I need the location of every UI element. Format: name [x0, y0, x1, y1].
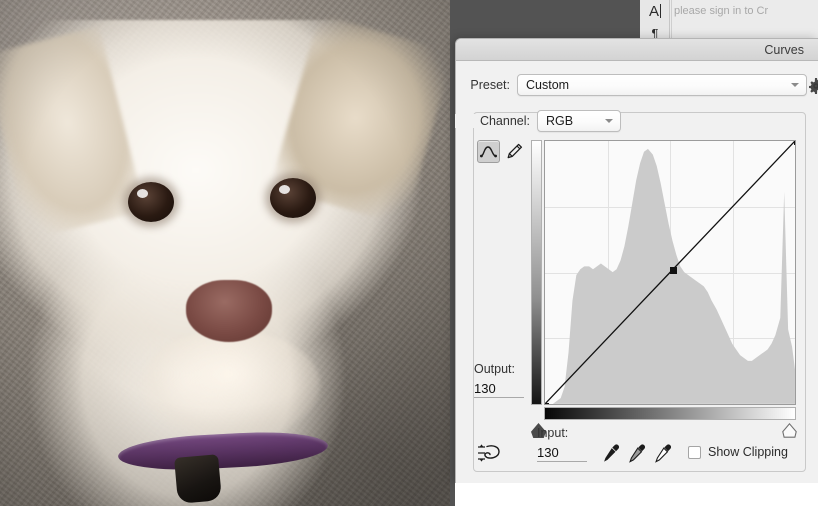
preset-select[interactable]: Custom	[517, 74, 807, 96]
dialog-title: Curves	[456, 39, 818, 61]
input-label: Input:	[537, 426, 569, 440]
output-label: Output:	[474, 362, 515, 376]
type-tool-glyph: A	[648, 2, 659, 20]
white-point-slider[interactable]	[782, 423, 797, 438]
curve-control-point[interactable]	[669, 267, 677, 275]
dialog-bottom-edge	[455, 483, 818, 506]
curve-plot-area[interactable]	[544, 140, 796, 405]
photo-vignette	[0, 0, 450, 506]
text-caret	[660, 4, 661, 18]
show-clipping-checkbox[interactable]	[688, 445, 701, 459]
sign-in-notice: please sign in to Cr	[674, 0, 818, 22]
pencil-tool-button[interactable]	[503, 140, 526, 163]
preset-row: Preset: Custom	[455, 70, 818, 100]
output-gradient-strip	[531, 140, 542, 405]
curve-endpoint-shadow[interactable]	[545, 402, 549, 404]
black-point-eyedropper-icon[interactable]	[601, 443, 621, 465]
pencil-tool-icon	[507, 143, 523, 159]
targeted-adjustment-icon[interactable]	[476, 442, 502, 464]
preset-value: Custom	[526, 78, 570, 92]
screen: A ¶ please sign in to Cr Backgro	[0, 0, 818, 506]
eyedropper-group	[601, 443, 681, 465]
preset-label: Preset:	[470, 78, 510, 92]
output-value[interactable]: 130	[474, 381, 524, 398]
gray-point-eyedropper-icon[interactable]	[627, 443, 647, 465]
channel-row: Channel: RGB	[455, 109, 818, 133]
channel-select[interactable]: RGB	[537, 110, 621, 132]
input-value[interactable]: 130	[537, 445, 587, 462]
curves-graph	[531, 140, 796, 405]
type-tool-icon[interactable]: A	[640, 0, 670, 22]
chevron-down-icon	[791, 83, 799, 87]
gear-icon[interactable]	[808, 78, 818, 94]
show-clipping-row[interactable]: Show Clipping	[688, 445, 788, 459]
show-clipping-label: Show Clipping	[708, 445, 788, 459]
channel-label: Channel:	[455, 114, 537, 128]
curve-endpoint-highlight[interactable]	[793, 141, 795, 145]
curve-tool-button[interactable]	[477, 140, 500, 163]
input-gradient-strip	[544, 407, 796, 420]
chevron-down-icon	[605, 119, 613, 123]
photo-dog	[0, 0, 450, 506]
channel-value: RGB	[546, 114, 574, 128]
curve-tool-icon	[480, 146, 497, 158]
white-point-eyedropper-icon[interactable]	[653, 443, 673, 465]
